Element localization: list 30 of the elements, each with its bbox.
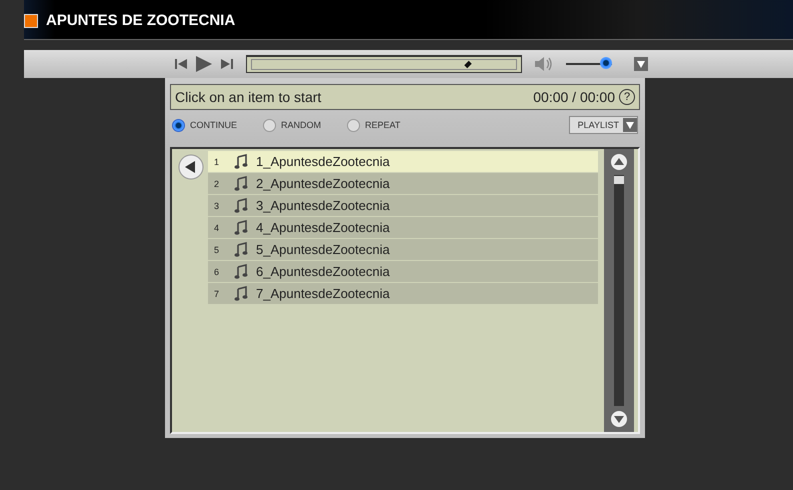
playlist-item[interactable]: 3 3_ApuntesdeZootecnia <box>208 195 598 216</box>
previous-icon[interactable] <box>174 57 188 71</box>
music-note-icon <box>234 220 248 235</box>
window-title: APUNTES DE ZOOTECNIA <box>46 12 236 29</box>
progress-slider[interactable] <box>246 55 522 73</box>
mode-radio[interactable]: RANDOM <box>263 118 321 132</box>
dropdown-icon <box>623 118 637 132</box>
playlist-item[interactable]: 5 5_ApuntesdeZootecnia <box>208 239 598 260</box>
music-note-icon <box>234 176 248 191</box>
music-note-icon <box>234 198 248 213</box>
playlist-item[interactable]: 4 4_ApuntesdeZootecnia <box>208 217 598 238</box>
music-note-icon <box>234 264 248 279</box>
playlist-button[interactable]: PLAYLIST <box>568 116 638 134</box>
music-note-icon <box>234 154 248 169</box>
mode-radio[interactable]: REPEAT <box>347 118 400 132</box>
music-note-icon <box>234 286 248 301</box>
dropdown-icon[interactable] <box>634 57 648 71</box>
mode-radio[interactable]: CONTINUE <box>172 118 237 132</box>
square-icon <box>24 14 38 28</box>
next-icon[interactable] <box>220 57 234 71</box>
time-display: 00:00 / 00:00 <box>533 89 615 105</box>
playlist-item[interactable]: 6 6_ApuntesdeZootecnia <box>208 261 598 282</box>
play-icon[interactable] <box>194 55 214 73</box>
playlist-item[interactable]: 7 7_ApuntesdeZootecnia <box>208 283 598 304</box>
scrollbar[interactable] <box>604 149 634 432</box>
help-button[interactable]: ? <box>619 89 635 105</box>
playlist-item[interactable]: 1 1_ApuntesdeZootecnia <box>208 151 598 172</box>
playlist-item[interactable]: 2 2_ApuntesdeZootecnia <box>208 173 598 194</box>
music-note-icon <box>234 242 248 257</box>
status-message: Click on an item to start <box>175 89 322 105</box>
